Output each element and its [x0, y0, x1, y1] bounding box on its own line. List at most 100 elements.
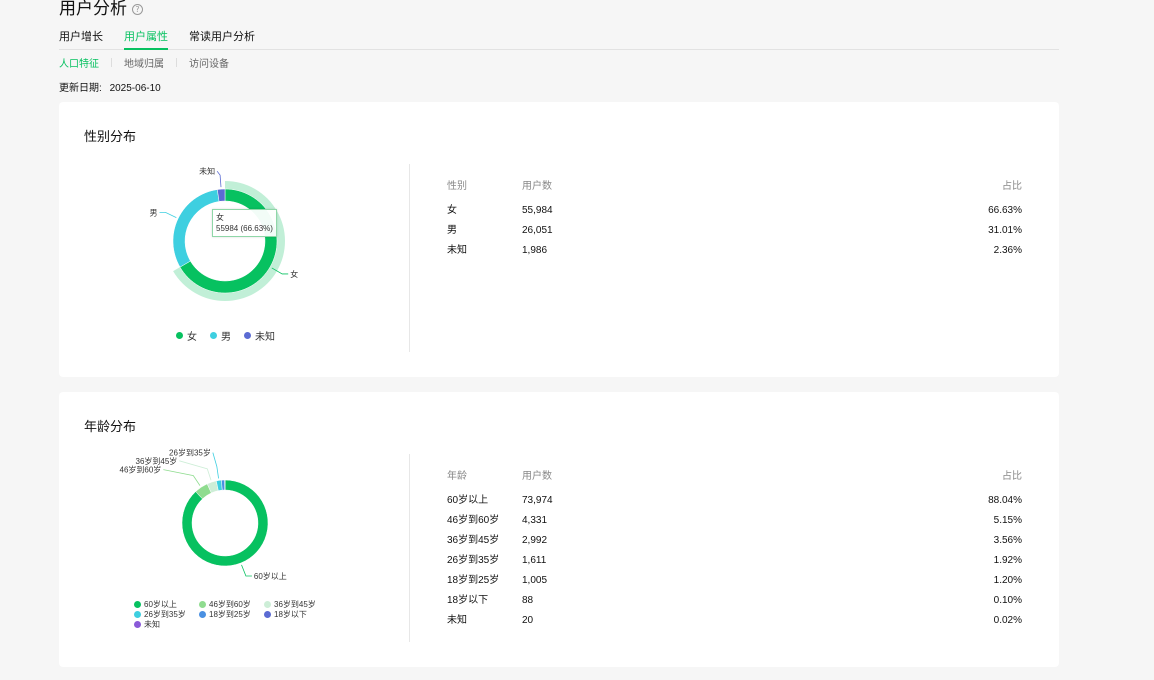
subtab-divider: [176, 58, 177, 67]
update-value: 2025-06-10: [109, 83, 161, 94]
cell-name: 未知: [447, 245, 467, 256]
legend-dot-icon: [264, 611, 271, 618]
cell-name: 男: [447, 225, 457, 236]
slice-label-3: 26岁到35岁: [169, 448, 211, 458]
table-row: 18岁到25岁 1,005 1.20%: [447, 571, 1022, 591]
col-header-count: 用户数: [522, 181, 552, 192]
cell-name: 46岁到60岁: [447, 515, 500, 526]
table-row: 未知 20 0.02%: [447, 611, 1022, 631]
cell-count: 20: [522, 615, 534, 626]
slice-label-1: 46岁到60岁: [120, 465, 162, 475]
label-line-2: [216, 170, 222, 188]
cell-pct: 31.01%: [988, 225, 1022, 236]
legend-dot-icon: [199, 601, 206, 608]
cell-pct: 0.02%: [993, 615, 1022, 626]
subtab-demographics[interactable]: 人口特征: [59, 55, 99, 70]
col-header-pct: 占比: [1002, 471, 1022, 482]
cell-pct: 1.92%: [993, 555, 1022, 566]
age-card: 年龄分布 60岁以上 46岁到60岁 36岁到45岁 26岁到35岁 60岁以上 46…: [59, 392, 1059, 667]
tooltip-value: 55984 (66.63%): [216, 224, 273, 233]
legend-male[interactable]: 男: [210, 328, 231, 343]
label-line-2: [179, 460, 212, 481]
table-row: 女 55,984 66.63%: [447, 201, 1022, 221]
slice-label-1: 男: [150, 208, 158, 217]
title-row: 用户分析 ?: [59, 0, 143, 20]
label-line-0: [241, 564, 252, 577]
legend-dot-icon: [210, 332, 217, 339]
main-tabs: 用户增长 用户属性 常读用户分析: [59, 30, 1059, 50]
cell-pct: 1.20%: [993, 575, 1022, 586]
age-donut-chart: 60岁以上46岁到60岁36岁到45岁26岁到35岁: [120, 448, 287, 581]
tab-user-growth[interactable]: 用户增长: [59, 30, 103, 50]
cell-count: 55,984: [522, 205, 553, 216]
pie-slice-0: [181, 479, 269, 567]
legend-dot-icon: [199, 611, 206, 618]
cell-name: 未知: [447, 615, 467, 626]
gender-table: 性别 用户数 占比 女 55,984 66.63% 男 26,051 31.01…: [447, 177, 1022, 261]
cell-count: 4,331: [522, 515, 548, 526]
help-icon[interactable]: ?: [132, 3, 143, 15]
legend-dot-icon: [134, 621, 141, 628]
cell-name: 60岁以上: [447, 495, 489, 506]
table-row: 36岁到45岁 2,992 3.56%: [447, 531, 1022, 551]
legend-dot-icon: [134, 601, 141, 608]
cell-name: 18岁到25岁: [447, 575, 500, 586]
col-header-gender: 性别: [447, 181, 467, 192]
subtab-region[interactable]: 地域归属: [124, 55, 164, 70]
slice-label-2: 未知: [199, 166, 215, 176]
cell-pct: 5.15%: [993, 515, 1022, 526]
table-row: 26岁到35岁 1,611 1.92%: [447, 551, 1022, 571]
update-date: 更新日期: 2025-06-10: [59, 79, 161, 94]
cell-count: 73,974: [522, 495, 553, 506]
col-header-age: 年龄: [447, 471, 467, 482]
table-header: 性别 用户数 占比: [447, 177, 1022, 192]
subtab-device[interactable]: 访问设备: [189, 55, 229, 70]
slice-label-0: 女: [290, 269, 298, 279]
cell-pct: 2.36%: [993, 245, 1022, 256]
cell-name: 36岁到45岁: [447, 535, 500, 546]
page-title: 用户分析: [59, 0, 127, 18]
tab-frequent-readers[interactable]: 常读用户分析: [189, 30, 255, 50]
tab-user-attributes[interactable]: 用户属性: [124, 30, 168, 50]
legend-unknown[interactable]: 未知: [244, 328, 275, 343]
cell-name: 26岁到35岁: [447, 555, 500, 566]
cell-name: 18岁以下: [447, 595, 489, 606]
table-header: 年龄 用户数 占比: [447, 467, 1022, 482]
legend-age-unknown[interactable]: 未知: [134, 619, 160, 630]
legend-female[interactable]: 女: [176, 328, 197, 343]
cell-count: 2,992: [522, 535, 548, 546]
legend-label: 女: [187, 332, 197, 343]
legend-label: 未知: [144, 620, 160, 629]
legend-age-under18[interactable]: 18岁以下: [264, 609, 307, 620]
legend-label: 男: [221, 332, 231, 343]
subtab-divider: [111, 58, 112, 67]
cell-pct: 0.10%: [993, 595, 1022, 606]
label-line-1: [163, 469, 201, 486]
cell-pct: 66.63%: [988, 205, 1022, 216]
cell-name: 女: [447, 205, 457, 216]
cell-count: 1,611: [522, 555, 547, 566]
pie-slice-4: [221, 479, 225, 491]
table-row: 男 26,051 31.01%: [447, 221, 1022, 241]
legend-label: 18岁到25岁: [209, 610, 251, 619]
gender-tooltip: 女 55984 (66.63%): [212, 209, 277, 237]
legend-label: 未知: [255, 332, 275, 343]
table-row: 未知 1,986 2.36%: [447, 241, 1022, 261]
col-header-count: 用户数: [522, 471, 552, 482]
legend-dot-icon: [264, 601, 271, 608]
card-divider: [409, 164, 410, 352]
update-label: 更新日期:: [59, 83, 102, 94]
cell-count: 1,005: [522, 575, 548, 586]
sub-tabs: 人口特征 地域归属 访问设备: [59, 55, 229, 70]
tooltip-name: 女: [216, 213, 224, 222]
cell-count: 26,051: [522, 225, 553, 236]
slice-label-0: 60岁以上: [254, 571, 287, 581]
label-line-1: [159, 211, 177, 218]
age-table: 年龄 用户数 占比 60岁以上 73,974 88.04% 46岁到60岁 4,…: [447, 467, 1022, 631]
col-header-pct: 占比: [1002, 181, 1022, 192]
cell-count: 88: [522, 595, 534, 606]
table-row: 18岁以下 88 0.10%: [447, 591, 1022, 611]
legend-age-18-25[interactable]: 18岁到25岁: [199, 609, 251, 620]
cell-pct: 3.56%: [993, 535, 1022, 546]
card-divider: [409, 454, 410, 642]
